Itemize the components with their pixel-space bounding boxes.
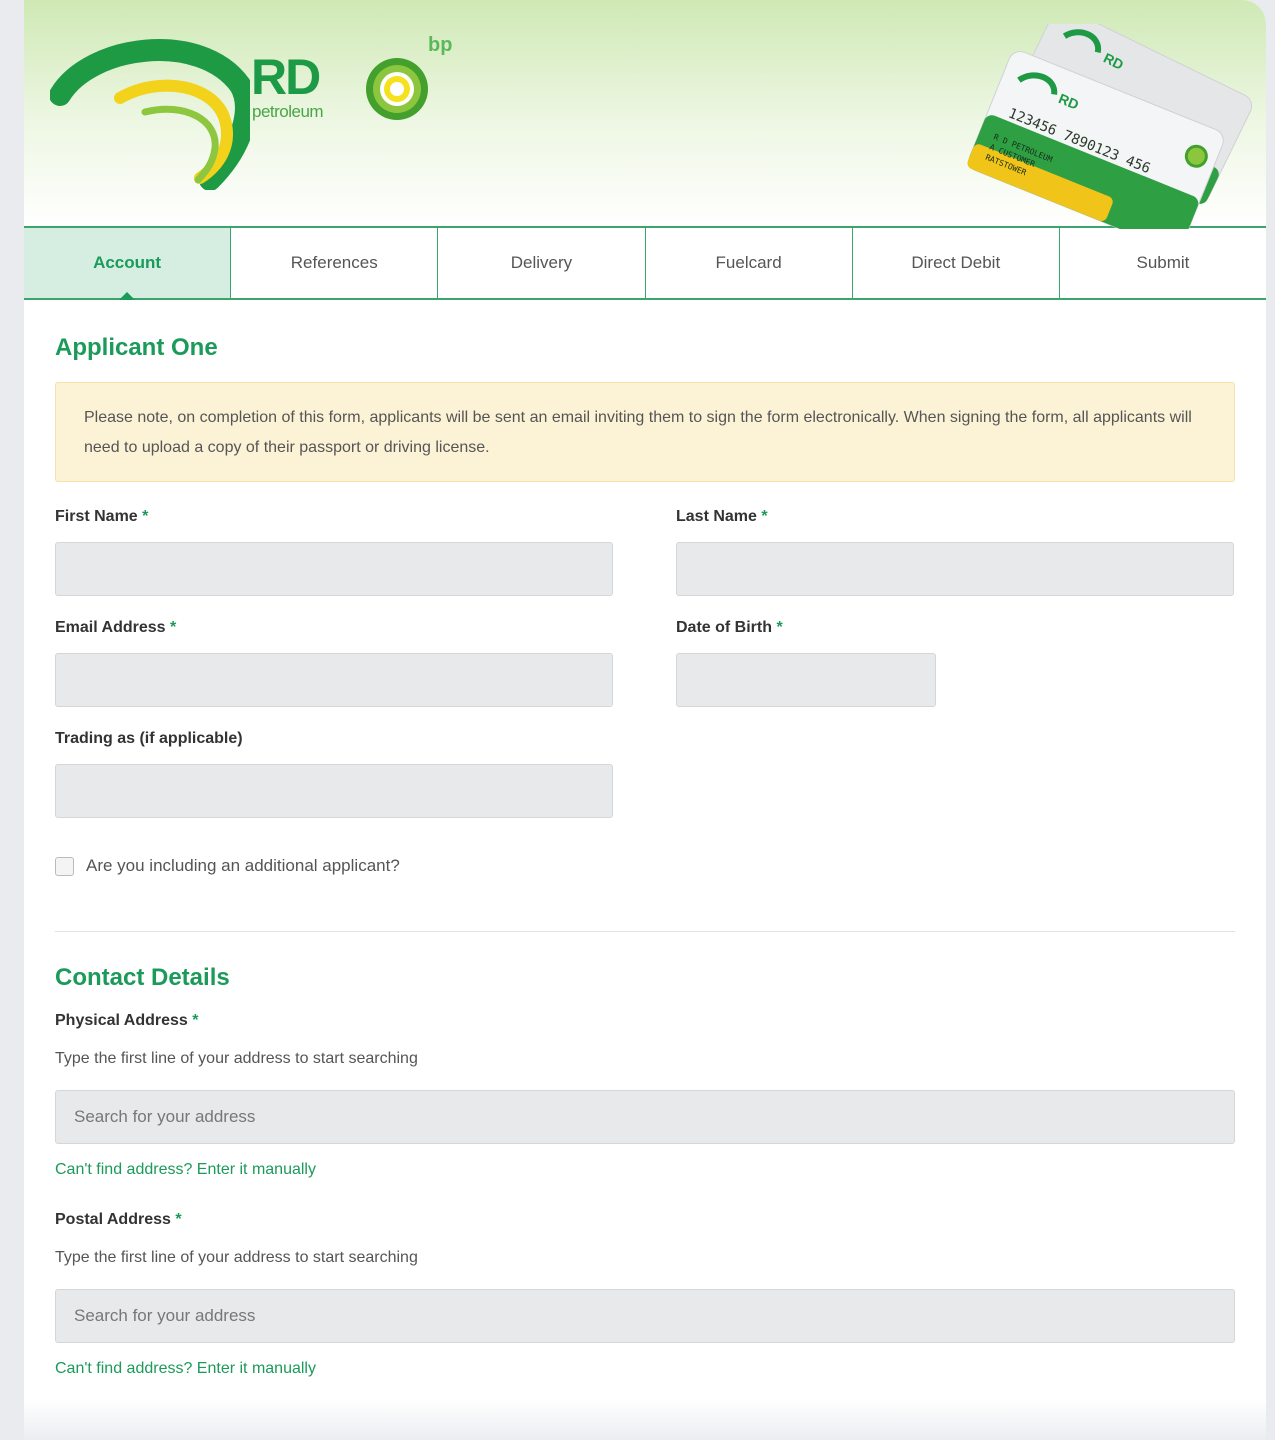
petroleum-logo-text: petroleum — [252, 102, 324, 121]
first-name-group: First Name * — [55, 508, 613, 596]
last-name-input[interactable] — [676, 542, 1234, 596]
email-label: Email Address * — [55, 619, 177, 636]
additional-applicant-row: Are you including an additional applican… — [55, 856, 1235, 876]
name-row: First Name * Last Name * — [55, 508, 1235, 596]
required-mark: * — [776, 619, 783, 636]
applicant-section-title: Applicant One — [55, 334, 218, 361]
section-divider — [55, 931, 1235, 932]
trading-group: Trading as (if applicable) — [55, 730, 613, 818]
form-content: Applicant One Please note, on completion… — [24, 334, 1266, 1378]
tab-delivery[interactable]: Delivery — [438, 228, 646, 298]
tab-submit[interactable]: Submit — [1060, 228, 1266, 298]
first-name-input[interactable] — [55, 542, 613, 596]
postal-address-search-input[interactable] — [55, 1289, 1235, 1343]
trading-label: Trading as (if applicable) — [55, 730, 243, 747]
required-mark: * — [142, 508, 149, 525]
trading-row: Trading as (if applicable) — [55, 730, 1235, 818]
header-banner: RD petroleum bp RD RD 123456 7890123 456… — [24, 0, 1266, 229]
required-mark: * — [192, 1012, 199, 1029]
notice-box: Please note, on completion of this form,… — [55, 382, 1235, 482]
email-dob-row: Email Address * Date of Birth * — [55, 619, 1235, 707]
physical-address-manual-link[interactable]: Can't find address? Enter it manually — [55, 1161, 1235, 1179]
first-name-label: First Name * — [55, 508, 149, 525]
rd-logo-text: RD — [251, 49, 321, 105]
bottom-fade — [24, 1400, 1266, 1440]
postal-address-manual-link[interactable]: Can't find address? Enter it manually — [55, 1360, 1235, 1378]
required-mark: * — [761, 508, 768, 525]
tab-fuelcard[interactable]: Fuelcard — [646, 228, 853, 298]
contact-section-title: Contact Details — [55, 964, 230, 991]
physical-address-help: Type the first line of your address to s… — [55, 1050, 418, 1067]
tab-references[interactable]: References — [231, 228, 439, 298]
postal-address-label: Postal Address * — [55, 1211, 182, 1228]
postal-address-help: Type the first line of your address to s… — [55, 1249, 418, 1266]
email-group: Email Address * — [55, 619, 613, 707]
application-form-page: RD petroleum bp RD RD 123456 7890123 456… — [24, 0, 1266, 1440]
dob-input[interactable] — [676, 653, 936, 707]
physical-address-label: Physical Address * — [55, 1012, 199, 1029]
bp-logo-text: bp — [428, 34, 453, 56]
dob-group: Date of Birth * — [676, 619, 1234, 707]
additional-applicant-label: Are you including an additional applican… — [86, 856, 400, 875]
trading-input[interactable] — [55, 764, 613, 818]
last-name-group: Last Name * — [676, 508, 1234, 596]
additional-applicant-checkbox[interactable] — [55, 856, 74, 876]
dob-label: Date of Birth * — [676, 619, 783, 636]
step-tabs: Account References Delivery Fuelcard Dir… — [24, 228, 1266, 300]
required-mark: * — [175, 1211, 182, 1228]
bp-helios-logo-icon — [366, 58, 428, 120]
email-input[interactable] — [55, 653, 613, 707]
required-mark: * — [170, 619, 177, 636]
last-name-label: Last Name * — [676, 508, 768, 525]
tab-direct-debit[interactable]: Direct Debit — [853, 228, 1060, 298]
fuel-cards-image-icon: RD RD 123456 7890123 456 R D PETROLEUM A… — [967, 24, 1253, 229]
tab-account[interactable]: Account — [24, 228, 232, 300]
rd-swoosh-logo-icon — [50, 39, 250, 190]
physical-address-search-input[interactable] — [55, 1090, 1235, 1144]
